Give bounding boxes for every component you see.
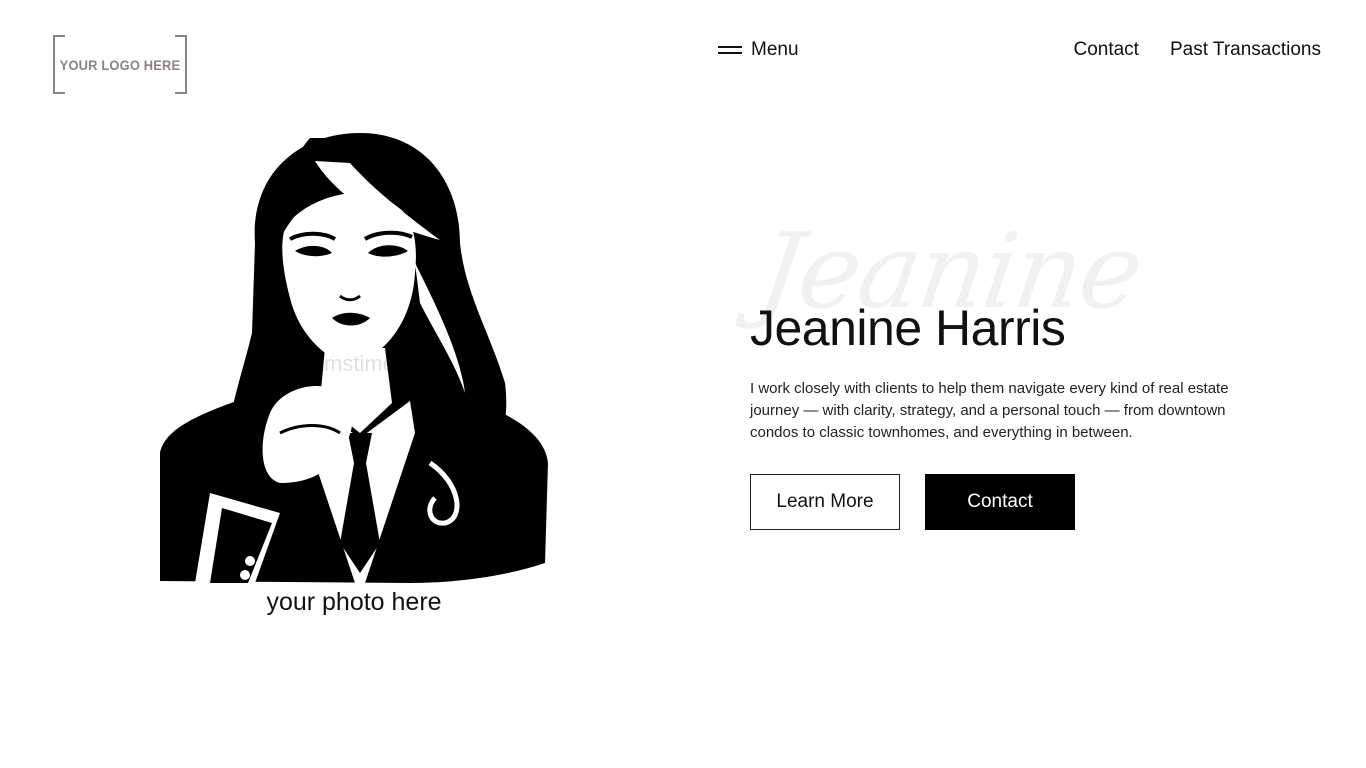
menu-label: Menu [751, 39, 799, 60]
contact-button[interactable]: Contact [925, 474, 1075, 530]
nav-link-contact[interactable]: Contact [1073, 39, 1138, 61]
menu-button[interactable]: Menu [718, 36, 799, 64]
photo-caption: your photo here [266, 588, 442, 616]
woman-portrait-illustration: dreamstime [160, 133, 548, 583]
hamburger-icon [718, 45, 742, 55]
page-title: Jeanine Harris [750, 300, 1066, 356]
learn-more-button[interactable]: Learn More [750, 474, 900, 530]
logo[interactable]: YOUR LOGO HERE [53, 35, 187, 94]
nav-link-past-transactions[interactable]: Past Transactions [1170, 39, 1321, 61]
photo-watermark: dreamstime [280, 351, 395, 376]
logo-text: YOUR LOGO HERE [59, 56, 181, 73]
hero-description: I work closely with clients to help them… [750, 380, 1229, 441]
top-nav: Contact Past Transactions [1042, 36, 1321, 64]
profile-photo: dreamstime [160, 133, 550, 583]
